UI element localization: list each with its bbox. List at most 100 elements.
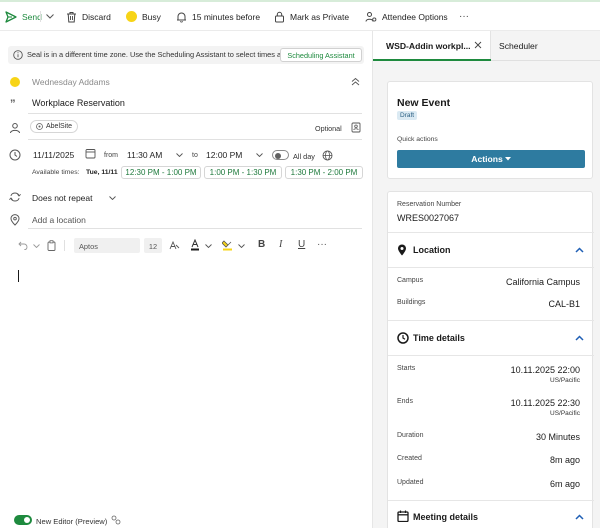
- reservation-number-label: Reservation Number: [397, 201, 462, 208]
- timezone-info-bar: Seal is in a different time zone. Use th…: [8, 46, 364, 64]
- meeting-calendar-icon: [397, 510, 409, 522]
- more-options-button[interactable]: ···: [459, 9, 469, 24]
- meeting-chevron-up-icon: [575, 514, 584, 520]
- collapse-chevron-icon[interactable]: [351, 77, 360, 86]
- undo-icon[interactable]: [18, 241, 28, 250]
- end-time-select[interactable]: 12:00 PM: [206, 150, 242, 160]
- send-options-chevron-icon[interactable]: [46, 14, 54, 19]
- start-date-input[interactable]: 11/11/2025: [33, 150, 74, 160]
- mark-private-label: Mark as Private: [290, 11, 350, 22]
- recurrence-chevron-icon[interactable]: [109, 196, 116, 200]
- location-chevron-up-icon: [575, 247, 584, 253]
- send-button[interactable]: Send: [5, 9, 42, 24]
- tab-wsd-addin[interactable]: WSD-Addin workpl...: [373, 31, 491, 61]
- clipboard-icon[interactable]: [47, 240, 56, 251]
- updated-label: Updated: [397, 479, 424, 486]
- available-slot[interactable]: 12:30 PM - 1:00 PM: [121, 166, 201, 179]
- attendee-settings-icon: [365, 11, 377, 22]
- info-icon: [13, 50, 23, 60]
- more-format-icon[interactable]: ···: [317, 239, 327, 250]
- font-size-select[interactable]: 12: [144, 238, 162, 253]
- location-divider: [388, 267, 594, 268]
- title-quote-icon: ”: [10, 98, 16, 110]
- location-underline: [28, 228, 362, 229]
- status-badge: Draft: [397, 111, 418, 120]
- message-body-editor[interactable]: [0, 261, 372, 501]
- font-family-select[interactable]: Aptos: [74, 238, 140, 253]
- available-times-label: Available times:: [32, 169, 80, 176]
- attendee-chip-label: AbelSite: [46, 123, 73, 130]
- actions-button[interactable]: Actions: [397, 150, 585, 168]
- new-event-card: New Event Draft Quick actions Actions: [387, 81, 593, 179]
- underline-icon[interactable]: U: [298, 239, 305, 250]
- map-pin-icon: [398, 244, 406, 256]
- location-section-header[interactable]: Location: [388, 233, 594, 267]
- toolbar-divider: [40, 11, 41, 22]
- starts-label: Starts: [397, 365, 416, 372]
- highlight-chevron-icon[interactable]: [238, 244, 245, 248]
- optional-attendees-link[interactable]: Optional: [315, 124, 342, 133]
- location-section-title: Location: [413, 245, 451, 255]
- bold-icon[interactable]: B: [258, 239, 265, 250]
- ends-label: Ends: [397, 398, 413, 405]
- highlight-icon[interactable]: [222, 239, 233, 251]
- show-as-busy-button[interactable]: Busy: [126, 9, 161, 24]
- campus-label: Campus: [397, 277, 424, 284]
- calendar-icon[interactable]: [85, 148, 96, 159]
- available-slot[interactable]: 1:00 PM - 1:30 PM: [204, 166, 282, 179]
- attendee-chip[interactable]: AbelSite: [30, 120, 79, 133]
- organizer-name: Wednesday Addams: [32, 77, 110, 87]
- compose-pane: Seal is in a different time zone. Use th…: [0, 31, 372, 528]
- event-heading: New Event: [397, 97, 451, 109]
- attendee-options-button[interactable]: Attendee Options: [365, 9, 448, 24]
- discard-button[interactable]: Discard: [66, 9, 111, 24]
- duration-value: 30 Minutes: [535, 432, 580, 442]
- more-ellipsis: ···: [459, 11, 469, 22]
- reservation-card: Reservation Number WRES0027067 Location …: [387, 191, 594, 528]
- location-input[interactable]: Add a location: [32, 215, 86, 225]
- active-tab-indicator: [373, 59, 491, 61]
- scheduling-assistant-button[interactable]: Scheduling Assistant: [280, 48, 362, 62]
- contacts-book-icon[interactable]: [351, 122, 361, 133]
- send-icon: [5, 10, 17, 23]
- reminder-button[interactable]: 15 minutes before: [176, 9, 260, 24]
- meeting-section-header[interactable]: Meeting details: [388, 501, 594, 528]
- undo-chevron-icon[interactable]: [33, 244, 40, 248]
- campus-value: California Campus: [505, 277, 580, 287]
- new-editor-toggle-knob: [24, 517, 30, 523]
- recurrence-select[interactable]: Does not repeat: [32, 193, 92, 203]
- end-time-chevron-icon[interactable]: [256, 153, 263, 157]
- toolbar: Send Discard Busy 15 minutes before Mark…: [0, 2, 600, 31]
- font-color-icon[interactable]: [190, 239, 200, 251]
- attendee-chip-icon: [36, 123, 43, 130]
- event-title-input[interactable]: Workplace Reservation: [32, 98, 125, 108]
- all-day-label: All day: [293, 152, 315, 161]
- mark-private-button[interactable]: Mark as Private: [274, 9, 349, 24]
- buildings-label: Buildings: [397, 299, 426, 306]
- start-time-select[interactable]: 11:30 AM: [127, 150, 162, 160]
- busy-label: Busy: [142, 11, 161, 22]
- all-day-toggle-knob: [275, 152, 281, 159]
- building-value: CAL-B1: [548, 299, 580, 309]
- close-icon[interactable]: [474, 41, 482, 49]
- starts-timezone: US/Pacific: [550, 377, 580, 384]
- globe-icon[interactable]: [322, 150, 333, 161]
- updated-value: 6m ago: [549, 479, 580, 489]
- available-day-label: Tue, 11/11: [86, 169, 118, 176]
- time-section-header[interactable]: Time details: [388, 321, 594, 355]
- share-settings-icon[interactable]: [111, 515, 121, 525]
- available-slot[interactable]: 1:30 PM - 2:00 PM: [285, 166, 363, 179]
- new-editor-toggle[interactable]: [14, 515, 32, 525]
- font-color-chevron-icon[interactable]: [205, 244, 212, 248]
- title-underline: [28, 113, 362, 114]
- to-label: to: [192, 152, 198, 159]
- lock-icon: [275, 11, 284, 22]
- text-effects-icon[interactable]: [169, 240, 180, 251]
- start-time-chevron-icon[interactable]: [176, 153, 183, 157]
- all-day-toggle[interactable]: [272, 150, 289, 160]
- tab-scheduler[interactable]: Scheduler: [499, 41, 538, 51]
- busy-status-icon: [126, 11, 137, 22]
- italic-icon[interactable]: I: [279, 239, 282, 250]
- bell-icon: [177, 12, 186, 23]
- format-divider: [64, 240, 65, 251]
